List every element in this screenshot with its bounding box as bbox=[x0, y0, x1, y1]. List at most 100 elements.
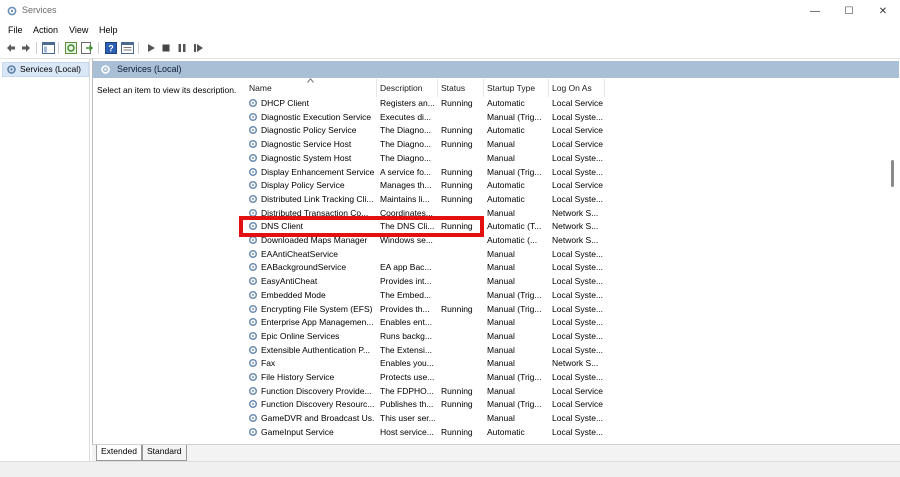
cell-startup: Automatic (... bbox=[487, 235, 538, 245]
tree-node-services-local[interactable]: Services (Local) bbox=[2, 62, 89, 77]
toolbar-separator bbox=[58, 42, 59, 54]
table-row[interactable]: File History Service Protects use... Manua… bbox=[245, 371, 605, 385]
table-row[interactable]: DHCP Client Registers an... Running Automat… bbox=[245, 97, 605, 111]
table-row[interactable]: Function Discovery Provide... The FDPHO..… bbox=[245, 385, 605, 399]
table-row[interactable]: Diagnostic Execution Service Executes di.… bbox=[245, 111, 605, 125]
cell-startup: Manual (Trig... bbox=[487, 111, 542, 122]
column-header-description[interactable]: Description bbox=[376, 79, 437, 97]
maximize-icon: ☐ bbox=[844, 5, 854, 17]
table-row[interactable]: Embedded Mode The Embed... Manual (Trig...… bbox=[245, 289, 605, 303]
column-header-startup-type[interactable]: Startup Type bbox=[483, 79, 548, 97]
column-header-status[interactable]: Status bbox=[437, 79, 483, 97]
service-gear-icon bbox=[248, 345, 258, 354]
table-row[interactable]: Enterprise App Managemen... Enables ent..… bbox=[245, 316, 605, 330]
cell-status: Running bbox=[441, 385, 473, 396]
cell-name: Diagnostic System Host bbox=[261, 152, 352, 163]
service-gear-icon bbox=[248, 98, 258, 108]
view-tabs: Extended Standard bbox=[92, 444, 900, 461]
menu-file[interactable]: File bbox=[8, 25, 23, 35]
table-row[interactable]: Diagnostic System Host The Diagno... Manua… bbox=[245, 152, 605, 166]
forward-button[interactable] bbox=[19, 41, 33, 55]
properties-button[interactable] bbox=[120, 41, 134, 55]
table-row[interactable]: Encrypting File System (EFS) Provides th.… bbox=[245, 303, 605, 317]
forward-arrow-icon bbox=[22, 44, 30, 52]
tab-standard[interactable]: Standard bbox=[142, 445, 187, 461]
table-row[interactable]: Diagnostic Policy Service The Diagno... Ru… bbox=[245, 124, 605, 138]
pause-service-button[interactable] bbox=[175, 41, 189, 55]
cell-status: Running bbox=[441, 125, 473, 136]
cell-logon: Local Service bbox=[552, 125, 604, 136]
cell-description: The Embed... bbox=[380, 289, 432, 300]
restart-service-button[interactable] bbox=[191, 41, 205, 55]
cell-status: Running bbox=[441, 180, 473, 191]
cell-startup: Manual bbox=[487, 276, 515, 287]
minimize-button[interactable]: — bbox=[798, 0, 832, 22]
table-row[interactable]: GameInput Service Host service... Running A… bbox=[245, 426, 605, 440]
properties-icon bbox=[120, 42, 134, 54]
tree-node-label: Services (Local) bbox=[20, 64, 81, 74]
cell-description: Executes di... bbox=[380, 111, 432, 122]
cell-name: File History Service bbox=[261, 372, 335, 382]
help-button[interactable]: ? bbox=[104, 41, 118, 55]
column-header-log-on-as[interactable]: Log On As bbox=[548, 79, 605, 97]
menu-action[interactable]: Action bbox=[33, 25, 58, 35]
cell-logon: Local Syste... bbox=[552, 303, 604, 314]
cell-name: Diagnostic Policy Service bbox=[261, 125, 357, 136]
table-row[interactable]: EABackgroundService EA app Bac... Manual Lo… bbox=[245, 261, 605, 275]
cell-status: Running bbox=[441, 303, 473, 314]
cell-startup: Manual bbox=[487, 413, 515, 424]
menu-help[interactable]: Help bbox=[99, 25, 118, 35]
cell-name: Extensible Authentication P... bbox=[261, 344, 371, 355]
sort-ascending-icon bbox=[307, 78, 314, 83]
back-button[interactable] bbox=[4, 41, 18, 55]
cell-logon: Network S... bbox=[552, 221, 599, 232]
column-divider[interactable] bbox=[604, 79, 605, 97]
cell-logon: Local Service bbox=[552, 98, 604, 108]
start-service-button[interactable] bbox=[144, 41, 158, 55]
table-row[interactable]: GameDVR and Broadcast Us... This user ser… bbox=[245, 412, 605, 426]
cell-startup: Automatic bbox=[487, 426, 525, 437]
table-row[interactable]: Display Enhancement Service A service fo.… bbox=[245, 166, 605, 180]
table-row[interactable]: Diagnostic Service Host The Diagno... Runn… bbox=[245, 138, 605, 152]
cell-logon: Local Syste... bbox=[552, 289, 604, 300]
table-row[interactable]: EasyAntiCheat Provides int... Manual Local … bbox=[245, 275, 605, 289]
table-row[interactable]: Function Discovery Resourc... Publishes t… bbox=[245, 398, 605, 412]
cell-description: Provides th... bbox=[380, 303, 430, 314]
console-tree: Services (Local) bbox=[0, 59, 90, 463]
table-row[interactable]: EAAntiCheatService Manual Local Syste... bbox=[245, 248, 605, 262]
close-button[interactable]: ✕ bbox=[866, 0, 900, 22]
stop-service-button[interactable] bbox=[159, 41, 173, 55]
maximize-button[interactable]: ☐ bbox=[832, 0, 866, 22]
toolbar-separator bbox=[138, 42, 139, 54]
table-row[interactable]: Epic Online Services Runs backg... Manual L… bbox=[245, 330, 605, 344]
cell-startup: Manual bbox=[487, 152, 515, 163]
cell-status: Running bbox=[441, 399, 473, 410]
highlight-box bbox=[239, 216, 484, 237]
cell-description: Enables ent... bbox=[380, 317, 432, 328]
service-gear-icon bbox=[248, 290, 258, 299]
menu-view[interactable]: View bbox=[69, 25, 88, 35]
service-gear-icon bbox=[248, 400, 258, 409]
table-row[interactable]: Fax Enables you... Manual Network S... bbox=[245, 357, 605, 371]
export-list-button[interactable] bbox=[80, 41, 94, 55]
service-gear-icon bbox=[248, 414, 258, 423]
column-header-name[interactable]: Name bbox=[245, 78, 376, 97]
cell-logon: Network S... bbox=[552, 235, 599, 245]
service-gear-icon bbox=[248, 167, 258, 176]
table-row[interactable]: Extensible Authentication P... The Extens… bbox=[245, 344, 605, 358]
cell-logon: Local Syste... bbox=[552, 262, 604, 273]
service-gear-icon bbox=[248, 386, 258, 395]
cell-logon: Local Service bbox=[552, 139, 604, 150]
table-row[interactable]: Display Policy Service Manages th... Runni… bbox=[245, 179, 605, 193]
service-gear-icon bbox=[248, 372, 258, 382]
table-row[interactable]: Distributed Link Tracking Cli... Maintain… bbox=[245, 193, 605, 207]
scrollbar-thumb[interactable] bbox=[891, 160, 894, 187]
cell-name: DHCP Client bbox=[261, 98, 310, 108]
title-bar: Services — ☐ ✕ bbox=[0, 0, 900, 22]
vertical-scrollbar[interactable] bbox=[887, 80, 899, 443]
show-console-tree-button[interactable] bbox=[41, 41, 55, 55]
refresh-button[interactable] bbox=[64, 41, 78, 55]
tab-extended[interactable]: Extended bbox=[96, 445, 142, 461]
cell-startup: Automatic (T... bbox=[487, 221, 542, 232]
service-gear-icon bbox=[248, 153, 258, 162]
